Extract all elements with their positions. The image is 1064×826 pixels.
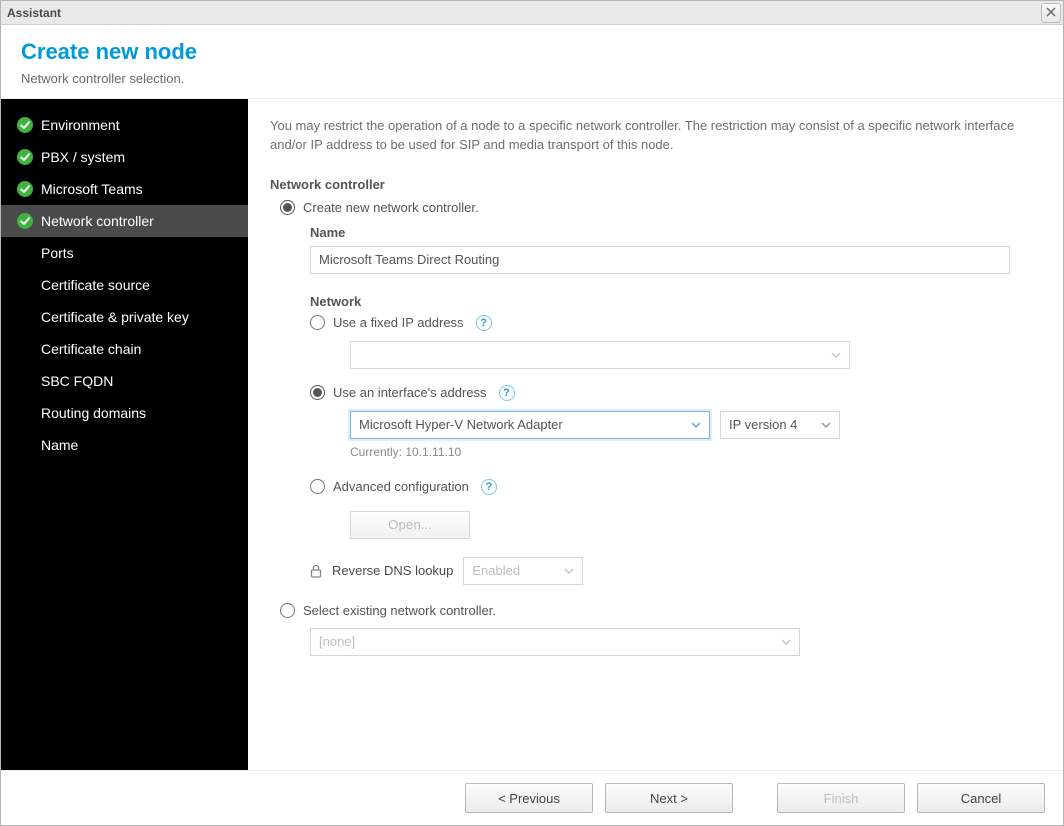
chevron-down-icon <box>781 639 791 645</box>
sidebar-item-label: Certificate source <box>41 277 150 293</box>
radio-fixed-ip[interactable]: Use a fixed IP address ? <box>310 315 1041 331</box>
sidebar-item-label: SBC FQDN <box>41 373 113 389</box>
page-subtitle: Network controller selection. <box>21 71 1043 86</box>
network-field-label: Network <box>310 294 1041 309</box>
reverse-dns-label: Reverse DNS lookup <box>332 563 453 578</box>
sidebar-item-certificate-private-key[interactable]: Certificate & private key <box>1 301 248 333</box>
close-icon <box>1046 6 1056 20</box>
wizard-header: Create new node Network controller selec… <box>1 25 1063 99</box>
titlebar: Assistant <box>1 1 1063 25</box>
name-input[interactable] <box>310 246 1010 274</box>
main-panel: You may restrict the operation of a node… <box>248 99 1063 770</box>
radio-create-new[interactable]: Create new network controller. <box>280 200 1041 215</box>
close-button[interactable] <box>1041 3 1061 23</box>
radio-fixed-ip-label: Use a fixed IP address <box>333 315 464 330</box>
radio-select-existing[interactable]: Select existing network controller. <box>280 603 1041 618</box>
sidebar-item-certificate-chain[interactable]: Certificate chain <box>1 333 248 365</box>
sidebar-item-environment[interactable]: Environment <box>1 109 248 141</box>
sidebar-item-label: Certificate chain <box>41 341 141 357</box>
radio-interface-address[interactable]: Use an interface's address ? <box>310 385 1041 401</box>
assistant-window: Assistant Create new node Network contro… <box>0 0 1064 826</box>
radio-fixed-ip-input[interactable] <box>310 315 325 330</box>
radio-create-new-label: Create new network controller. <box>303 200 479 215</box>
interface-adapter-select[interactable]: Microsoft Hyper-V Network Adapter <box>350 411 710 439</box>
help-icon[interactable]: ? <box>476 315 492 331</box>
radio-interface-address-input[interactable] <box>310 385 325 400</box>
chevron-down-icon <box>691 422 701 428</box>
interface-adapter-value: Microsoft Hyper-V Network Adapter <box>359 417 563 432</box>
finish-button: Finish <box>777 783 905 813</box>
existing-controller-select: [none] <box>310 628 800 656</box>
help-icon[interactable]: ? <box>481 479 497 495</box>
sidebar-item-label: PBX / system <box>41 149 125 165</box>
sidebar-item-sbc-fqdn[interactable]: SBC FQDN <box>1 365 248 397</box>
previous-button[interactable]: < Previous <box>465 783 593 813</box>
check-icon <box>17 181 33 197</box>
name-field-label: Name <box>310 225 1041 240</box>
currently-value: 10.1.11.10 <box>405 445 461 459</box>
sidebar-item-label: Environment <box>41 117 120 133</box>
check-icon <box>17 117 33 133</box>
sidebar: Environment PBX / system Microsoft Teams… <box>1 99 248 770</box>
wizard-body: Environment PBX / system Microsoft Teams… <box>1 99 1063 770</box>
sidebar-item-label: Routing domains <box>41 405 146 421</box>
sidebar-item-label: Microsoft Teams <box>41 181 143 197</box>
next-button[interactable]: Next > <box>605 783 733 813</box>
radio-advanced-config[interactable]: Advanced configuration ? <box>310 479 1041 495</box>
chevron-down-icon <box>821 422 831 428</box>
sidebar-item-certificate-source[interactable]: Certificate source <box>1 269 248 301</box>
intro-text: You may restrict the operation of a node… <box>270 117 1041 155</box>
sidebar-item-label: Name <box>41 437 78 453</box>
chevron-down-icon <box>831 352 841 358</box>
radio-advanced-config-input[interactable] <box>310 479 325 494</box>
cancel-button[interactable]: Cancel <box>917 783 1045 813</box>
radio-select-existing-label: Select existing network controller. <box>303 603 496 618</box>
window-title: Assistant <box>7 6 61 20</box>
existing-controller-value: [none] <box>319 634 355 649</box>
reverse-dns-select: Enabled <box>463 557 583 585</box>
sidebar-item-microsoft-teams[interactable]: Microsoft Teams <box>1 173 248 205</box>
sidebar-item-label: Network controller <box>41 213 154 229</box>
radio-advanced-config-label: Advanced configuration <box>333 479 469 494</box>
currently-row: Currently: 10.1.11.10 <box>350 445 1041 459</box>
sidebar-item-pbx-system[interactable]: PBX / system <box>1 141 248 173</box>
check-icon <box>17 213 33 229</box>
check-icon <box>17 149 33 165</box>
wizard-footer: < Previous Next > Finish Cancel <box>1 770 1063 825</box>
currently-prefix: Currently: <box>350 445 405 459</box>
sidebar-item-label: Ports <box>41 245 74 261</box>
chevron-down-icon <box>564 568 574 574</box>
lock-icon <box>310 564 322 578</box>
radio-create-new-input[interactable] <box>280 200 295 215</box>
sidebar-item-network-controller[interactable]: Network controller <box>1 205 248 237</box>
help-icon[interactable]: ? <box>499 385 515 401</box>
reverse-dns-value: Enabled <box>472 563 520 578</box>
ip-version-select[interactable]: IP version 4 <box>720 411 840 439</box>
section-network-controller: Network controller <box>270 177 1041 192</box>
sidebar-item-ports[interactable]: Ports <box>1 237 248 269</box>
sidebar-item-routing-domains[interactable]: Routing domains <box>1 397 248 429</box>
ip-version-value: IP version 4 <box>729 417 797 432</box>
sidebar-item-name[interactable]: Name <box>1 429 248 461</box>
radio-select-existing-input[interactable] <box>280 603 295 618</box>
sidebar-item-label: Certificate & private key <box>41 309 189 325</box>
page-title: Create new node <box>21 39 1043 65</box>
radio-interface-address-label: Use an interface's address <box>333 385 487 400</box>
open-advanced-button: Open... <box>350 511 470 539</box>
fixed-ip-select <box>350 341 850 369</box>
